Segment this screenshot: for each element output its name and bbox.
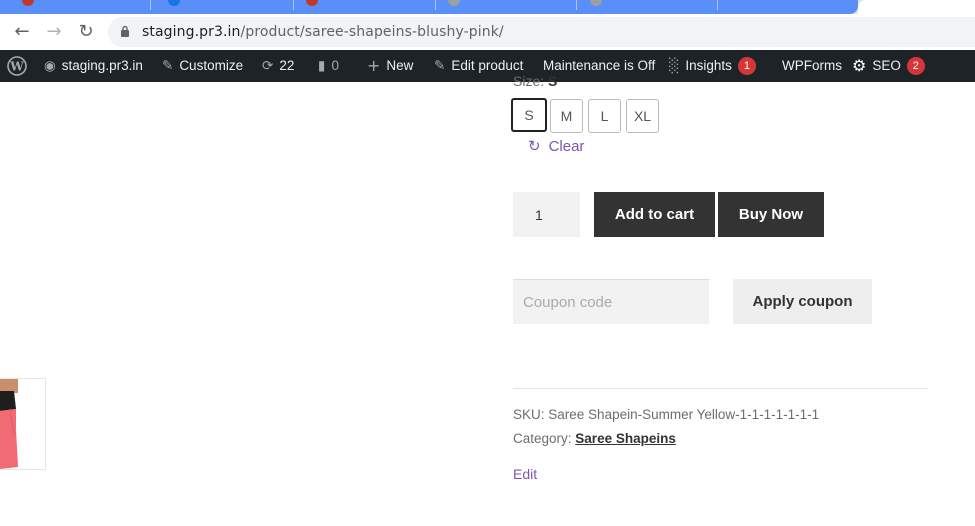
svg-text:W: W: [9, 60, 24, 74]
wp-admin-bar: W ◉ staging.pr3.in ✎ Customize ⟳ 22 ▮ 0 + New…: [0, 50, 975, 82]
edit-product-link[interactable]: Edit: [513, 466, 537, 482]
reload-icon[interactable]: ↻: [76, 22, 96, 42]
buy-now-button[interactable]: Buy Now: [718, 192, 824, 237]
address-bar[interactable]: staging.pr3.in/product/saree-shapeins-bl…: [108, 17, 975, 47]
url-text: staging.pr3.in/product/saree-shapeins-bl…: [142, 24, 504, 40]
admin-bar-wpforms[interactable]: WPForms: [782, 50, 842, 82]
url-path: /product/saree-shapeins-blushy-pink/: [240, 24, 504, 40]
forward-icon[interactable]: →: [44, 22, 64, 42]
refresh-icon: ↻: [528, 137, 541, 155]
tab-separator: [293, 0, 294, 10]
browser-toolbar: ← → ↻ staging.pr3.in/product/saree-shape…: [0, 14, 975, 50]
active-tab[interactable]: [858, 0, 975, 14]
clear-label: Clear: [548, 138, 585, 155]
gear-icon: ⚙: [852, 56, 867, 76]
updates-count: 22: [279, 58, 295, 73]
size-swatch-s[interactable]: S: [511, 98, 547, 132]
admin-bar-insights[interactable]: ░ Insights 1: [669, 50, 756, 82]
tab-strip: [0, 0, 975, 14]
quantity-input[interactable]: [513, 192, 580, 237]
comments-count: 0: [331, 58, 339, 73]
size-swatch-xl[interactable]: XL: [626, 99, 659, 133]
coupon-code-input[interactable]: [513, 279, 709, 324]
meta-divider: [513, 388, 928, 389]
tab-group: [0, 0, 858, 14]
size-selected-value: S: [548, 73, 558, 89]
new-label: New: [386, 58, 414, 73]
admin-bar-site[interactable]: ◉ staging.pr3.in: [44, 50, 143, 82]
seo-label: SEO: [872, 58, 901, 73]
dashboard-icon: ◉: [44, 58, 56, 75]
edit-product-label: Edit product: [451, 58, 524, 73]
admin-bar-seo[interactable]: ⚙ SEO 2: [852, 50, 925, 82]
sku-label: SKU:: [513, 407, 545, 422]
product-thumbnail[interactable]: [0, 378, 46, 470]
plus-icon: +: [367, 56, 381, 76]
brush-icon: ✎: [162, 58, 174, 75]
sku-value: Saree Shapein-Summer Yellow-1-1-1-1-1-1-…: [548, 407, 820, 422]
clear-selection-link[interactable]: ↻ Clear: [528, 137, 584, 155]
insights-label: Insights: [685, 58, 732, 73]
category-label: Category:: [513, 431, 572, 446]
size-label: Size: S: [513, 73, 557, 89]
updates-icon: ⟳: [262, 58, 274, 75]
product-thumbnail-image: [0, 379, 45, 469]
tab-separator: [435, 0, 436, 10]
wordpress-logo[interactable]: W: [7, 50, 27, 82]
pencil-icon: ✎: [434, 58, 446, 75]
tab-separator: [576, 0, 577, 10]
insights-badge: 1: [737, 57, 756, 76]
size-swatch-l[interactable]: L: [588, 99, 621, 133]
site-name: staging.pr3.in: [61, 58, 143, 73]
admin-bar-edit-product[interactable]: ✎ Edit product: [434, 50, 523, 82]
category-link[interactable]: Saree Shapeins: [575, 431, 676, 446]
wpforms-label: WPForms: [782, 58, 842, 73]
product-sku: SKU: Saree Shapein-Summer Yellow-1-1-1-1…: [513, 407, 819, 422]
wordpress-icon: W: [7, 56, 27, 77]
size-label-text: Size:: [513, 73, 545, 89]
customize-label: Customize: [179, 58, 244, 73]
admin-bar-new[interactable]: + New: [367, 50, 413, 82]
tab-separator: [717, 0, 718, 10]
admin-bar-maintenance[interactable]: Maintenance is Off: [543, 50, 655, 82]
size-swatch-m[interactable]: M: [550, 99, 583, 133]
lock-icon: [121, 25, 129, 37]
apply-coupon-button[interactable]: Apply coupon: [733, 279, 872, 324]
comment-icon: ▮: [318, 58, 326, 75]
admin-bar-updates[interactable]: ⟳ 22: [262, 50, 294, 82]
seo-badge: 2: [906, 57, 925, 76]
add-to-cart-button[interactable]: Add to cart: [594, 192, 715, 237]
url-host: staging.pr3.in: [142, 24, 241, 40]
tab-separator: [150, 0, 151, 10]
admin-bar-comments[interactable]: ▮ 0: [318, 50, 339, 82]
product-category: Category: Saree Shapeins: [513, 431, 676, 446]
back-icon[interactable]: ←: [12, 22, 32, 42]
bar-chart-icon: ░: [669, 58, 680, 75]
maintenance-label: Maintenance is Off: [543, 58, 656, 73]
admin-bar-customize[interactable]: ✎ Customize: [162, 50, 243, 82]
